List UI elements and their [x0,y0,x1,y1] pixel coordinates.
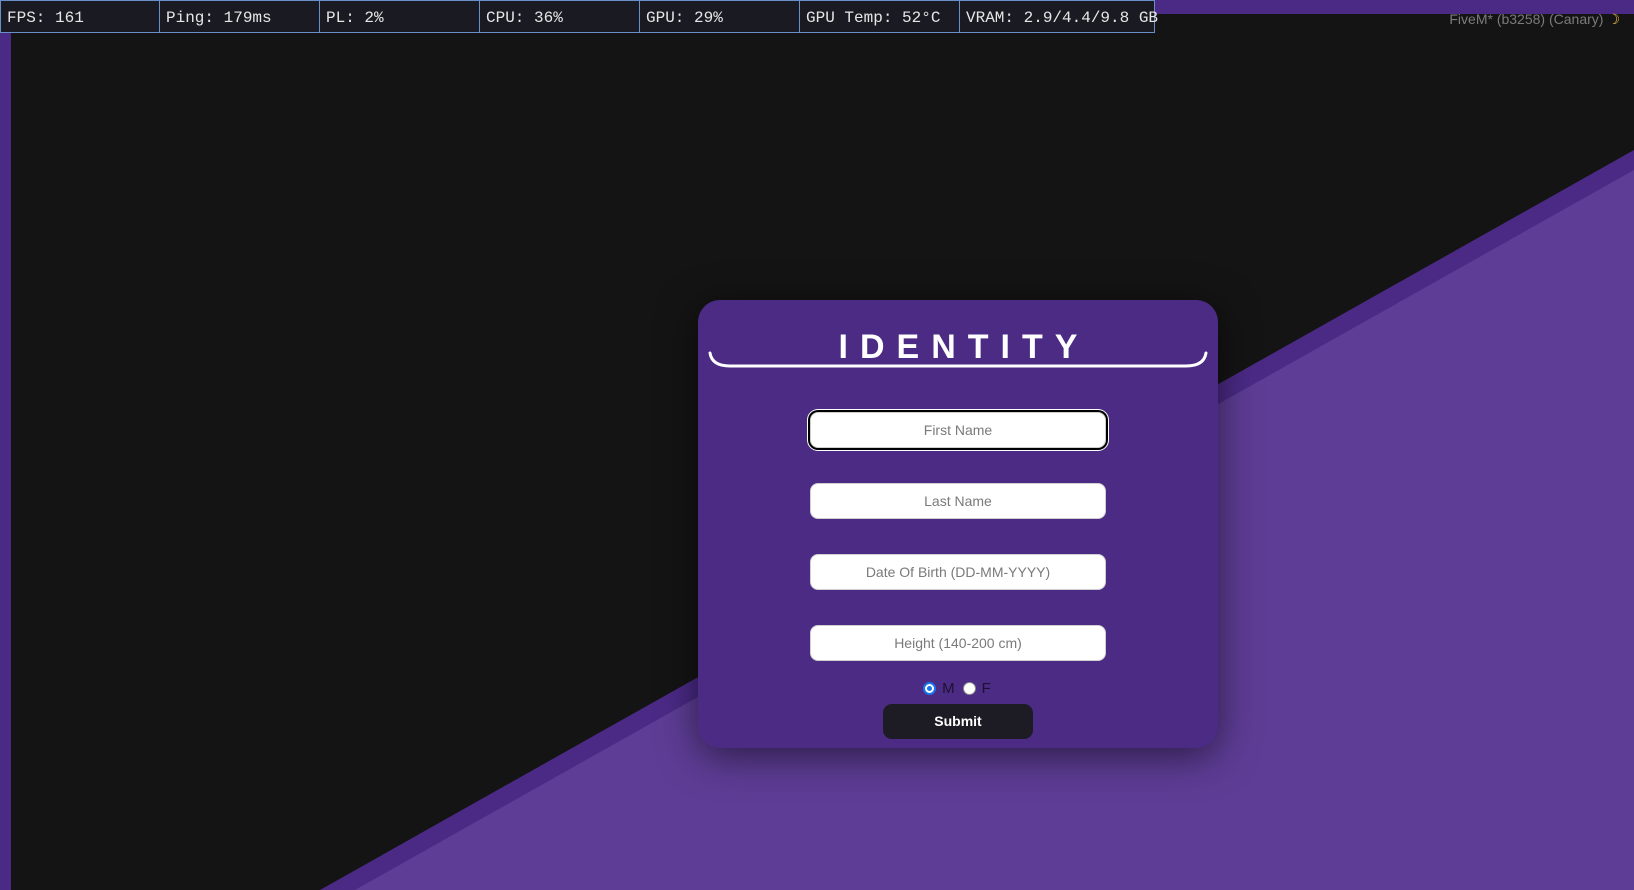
submit-button[interactable]: Submit [883,704,1033,739]
height-input[interactable] [810,625,1106,661]
packet-loss-readout: PL: 2% [320,1,480,32]
fps-readout: FPS: 161 [1,1,160,32]
gender-radio-f[interactable] [962,682,976,695]
ping-readout: Ping: 179ms [160,1,320,32]
first-name-input[interactable] [810,412,1106,448]
date-of-birth-input[interactable] [810,554,1106,590]
cpu-readout: CPU: 36% [480,1,640,32]
vram-readout: VRAM: 2.9/4.4/9.8 GB [966,9,1159,27]
moon-icon: ☽ [1607,11,1620,27]
left-edge-strip [0,33,11,890]
gpu-readout: GPU: 29% [640,1,800,32]
gender-radio-m[interactable] [923,682,937,695]
performance-overlay: FPS: 161 Ping: 179ms PL: 2% CPU: 36% GPU… [0,0,1159,33]
gpu-temp-readout: GPU Temp: 52°C [800,1,960,32]
gender-radio-group: M F [698,680,1218,697]
gender-label-f: F [981,680,991,697]
build-label-text: FiveM* (b3258) (Canary) [1449,11,1604,27]
build-label: FiveM* (b3258) (Canary) ☽ [1449,11,1620,28]
last-name-input[interactable] [810,483,1106,519]
gender-label-m: M [942,680,955,697]
title-underline [708,351,1208,368]
identity-form-panel: IDENTITY M F Submit [698,300,1218,748]
game-screen: FPS: 161 Ping: 179ms PL: 2% CPU: 36% GPU… [0,0,1634,890]
